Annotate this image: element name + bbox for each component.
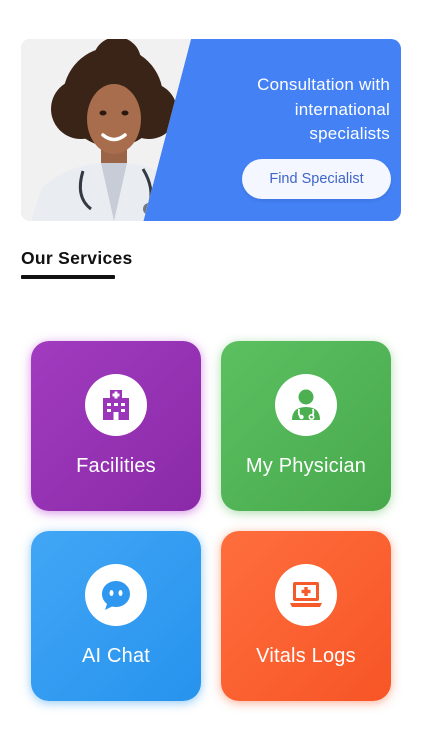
service-card-vitals-logs[interactable]: Vitals Logs [221,531,391,701]
service-label-facilities: Facilities [76,455,156,477]
service-card-ai-chat[interactable]: AI Chat [31,531,201,701]
service-card-physician[interactable]: My Physician [221,341,391,511]
specialist-banner[interactable]: Consultation with international speciali… [21,39,401,221]
service-label-vitals-logs: Vitals Logs [256,645,356,667]
service-label-ai-chat: AI Chat [81,645,151,667]
doctor-photo [21,39,191,221]
section-title: Our Services [21,248,133,268]
find-specialist-button[interactable]: Find Specialist [242,159,391,199]
banner-line-3: specialists [309,124,390,143]
service-label-physician: My Physician [245,455,367,477]
medical-monitor-icon [275,564,337,626]
section-underline [21,275,115,279]
banner-line-1: Consultation with [257,75,390,94]
app-screen: Consultation with international speciali… [0,0,422,750]
hospital-building-icon [85,374,147,436]
banner-headline: Consultation with international speciali… [200,73,390,147]
doctor-icon [275,374,337,436]
banner-line-2: international [294,99,390,119]
chat-bubble-icon [85,564,147,626]
service-card-facilities[interactable]: Facilities [31,341,201,511]
